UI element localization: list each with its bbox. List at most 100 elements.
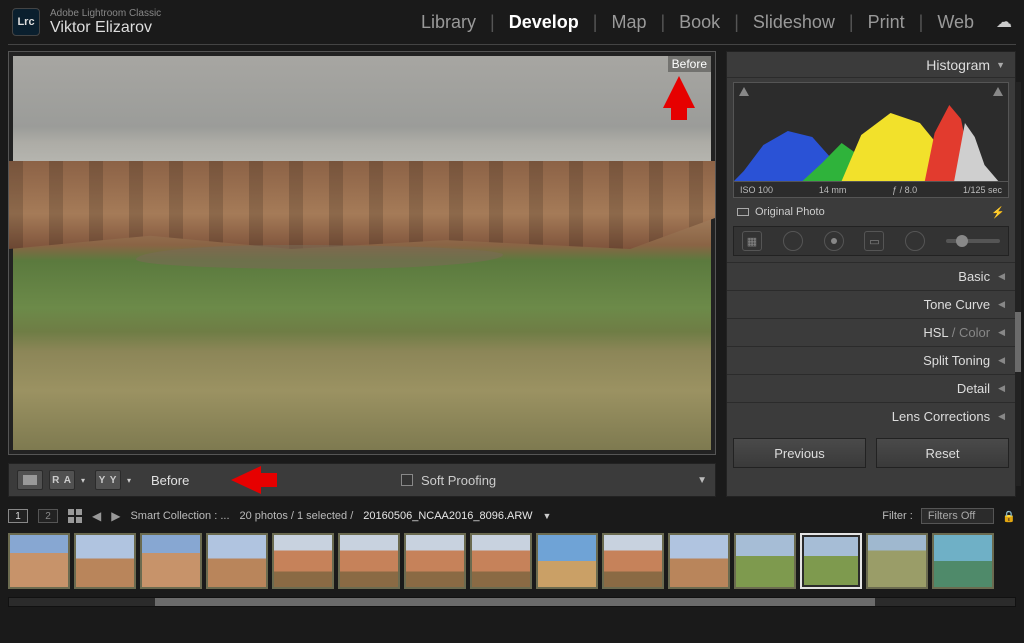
filmstrip-thumb[interactable] [74,533,136,589]
soft-proofing-checkbox[interactable] [401,474,413,486]
filter-select[interactable]: Filters Off [921,508,994,524]
filmstrip-thumb[interactable] [206,533,268,589]
filter-lock-icon[interactable]: 🔒 [1002,510,1016,523]
brush-size-slider[interactable] [946,239,1000,243]
action-row: Previous Reset [733,438,1009,468]
chevron-left-icon: ◀ [998,299,1005,310]
previous-button[interactable]: Previous [733,438,866,468]
histogram-graph [734,93,1008,181]
filmstrip-thumb[interactable] [536,533,598,589]
right-panel-scrollbar[interactable] [1015,82,1021,486]
filmstrip-thumb[interactable] [404,533,466,589]
annotation-arrow-up-icon [663,76,695,108]
main-area: Before R A ▾ Y Y ▾ Before Soft Proofing … [0,45,1024,497]
before-after-lr-button[interactable]: R A [49,470,75,490]
filmstrip-thumb[interactable] [602,533,664,589]
filmstrip-thumb[interactable] [734,533,796,589]
panel-tone-curve[interactable]: Tone Curve ◀ [727,290,1015,318]
panel-lens-corrections-label: Lens Corrections [892,409,990,424]
filmstrip-thumb[interactable] [8,533,70,589]
filmstrip-thumb[interactable] [272,533,334,589]
filename-label[interactable]: 20160506_NCAA2016_8096.ARW [363,510,532,522]
before-tag: Before [668,56,711,72]
module-slideshow[interactable]: Slideshow [747,12,841,33]
toolbar-more-icon[interactable]: ▼ [697,475,707,486]
soft-proofing-toggle[interactable]: Soft Proofing [401,473,496,488]
chevron-left-icon: ◀ [998,327,1005,338]
crop-tool-icon[interactable]: ▦ [742,231,762,251]
histogram-meta: ISO 100 14 mm ƒ / 8.0 1/125 sec [734,181,1008,197]
annotation-arrow-left-icon [231,466,261,494]
user-name-label[interactable]: Viktor Elizarov [50,19,161,37]
histogram-panel-header[interactable]: Histogram ▼ [727,52,1015,78]
flash-icon: ⚡ [991,206,1005,219]
filmstrip-thumb[interactable] [668,533,730,589]
chevron-left-icon: ◀ [998,383,1005,394]
grid-view-icon[interactable] [68,509,82,523]
module-print[interactable]: Print [862,12,911,33]
app-logo-icon: Lrc [12,8,40,36]
module-library[interactable]: Library [415,12,482,33]
before-after-yy-button[interactable]: Y Y [95,470,121,490]
filmstrip-thumb[interactable] [140,533,202,589]
path-dropdown-icon[interactable]: ▼ [542,511,551,521]
panel-split-toning[interactable]: Split Toning ◀ [727,346,1015,374]
before-after-yy-menu-icon[interactable]: ▾ [127,476,135,485]
chevron-left-icon: ◀ [998,271,1005,282]
original-photo-row[interactable]: Original Photo ⚡ [733,202,1009,222]
loupe-view-button[interactable] [17,470,43,490]
histo-aperture: ƒ / 8.0 [892,185,917,195]
panel-lens-corrections[interactable]: Lens Corrections ◀ [727,402,1015,430]
soft-proofing-label: Soft Proofing [421,473,496,488]
chevron-left-icon: ◀ [998,355,1005,366]
view-state-label: Before [151,473,189,488]
cloud-sync-icon[interactable]: ☁ [996,12,1012,32]
secondary-display-2[interactable]: 2 [38,509,58,523]
develop-right-panel: Histogram ▼ ISO 100 14 mm ƒ / 8.0 1/125 … [726,51,1016,497]
original-photo-label: Original Photo [755,206,825,218]
module-picker: Library| Develop| Map| Book| Slideshow| … [415,12,980,33]
panel-hsl-label: HSL [923,325,948,340]
filmstrip-scrollbar[interactable] [8,597,1016,607]
panel-basic[interactable]: Basic ◀ [727,262,1015,290]
filter-value: Filters Off [928,510,975,522]
filmstrip-thumb[interactable] [932,533,994,589]
filmstrip-thumb[interactable] [866,533,928,589]
local-adjust-toolstrip: ▦ ▭ [733,226,1009,256]
panel-split-toning-label: Split Toning [923,353,990,368]
redeye-tool-icon[interactable] [824,231,844,251]
preview-image-content-cliffs [9,161,715,249]
count-label: 20 photos / 1 selected / [240,510,354,522]
filmstrip [8,533,1016,607]
spot-removal-tool-icon[interactable] [783,231,803,251]
histogram-display[interactable]: ISO 100 14 mm ƒ / 8.0 1/125 sec [733,82,1009,198]
secondary-info-row: 1 2 ◀ ▶ Smart Collection : ... 20 photos… [8,503,1016,529]
panel-tone-curve-label: Tone Curve [924,297,990,312]
histogram-label: Histogram [926,57,990,73]
filmstrip-thumb[interactable] [470,533,532,589]
original-photo-icon [737,208,749,216]
panel-detail[interactable]: Detail ◀ [727,374,1015,402]
secondary-display-1[interactable]: 1 [8,509,28,523]
collection-label[interactable]: Smart Collection : ... [130,510,229,522]
before-after-lr-menu-icon[interactable]: ▾ [81,476,89,485]
module-book[interactable]: Book [673,12,726,33]
histogram-collapse-icon[interactable]: ▼ [996,60,1005,70]
panel-basic-label: Basic [958,269,990,284]
module-web[interactable]: Web [931,12,980,33]
panel-color-label: / Color [948,325,990,340]
module-map[interactable]: Map [605,12,652,33]
module-develop[interactable]: Develop [503,12,585,33]
image-preview[interactable]: Before [8,51,716,455]
filter-label: Filter : [882,510,913,522]
view-toolbar: R A ▾ Y Y ▾ Before Soft Proofing ▼ [8,463,716,497]
graduated-filter-tool-icon[interactable]: ▭ [864,231,884,251]
nav-back-icon[interactable]: ◀ [92,509,101,523]
panel-hsl-color[interactable]: HSL / Color ◀ [727,318,1015,346]
filmstrip-thumb[interactable] [338,533,400,589]
filmstrip-row[interactable] [8,533,1016,593]
nav-forward-icon[interactable]: ▶ [111,509,120,523]
filmstrip-thumb[interactable] [800,533,862,589]
reset-button[interactable]: Reset [876,438,1009,468]
radial-filter-tool-icon[interactable] [905,231,925,251]
